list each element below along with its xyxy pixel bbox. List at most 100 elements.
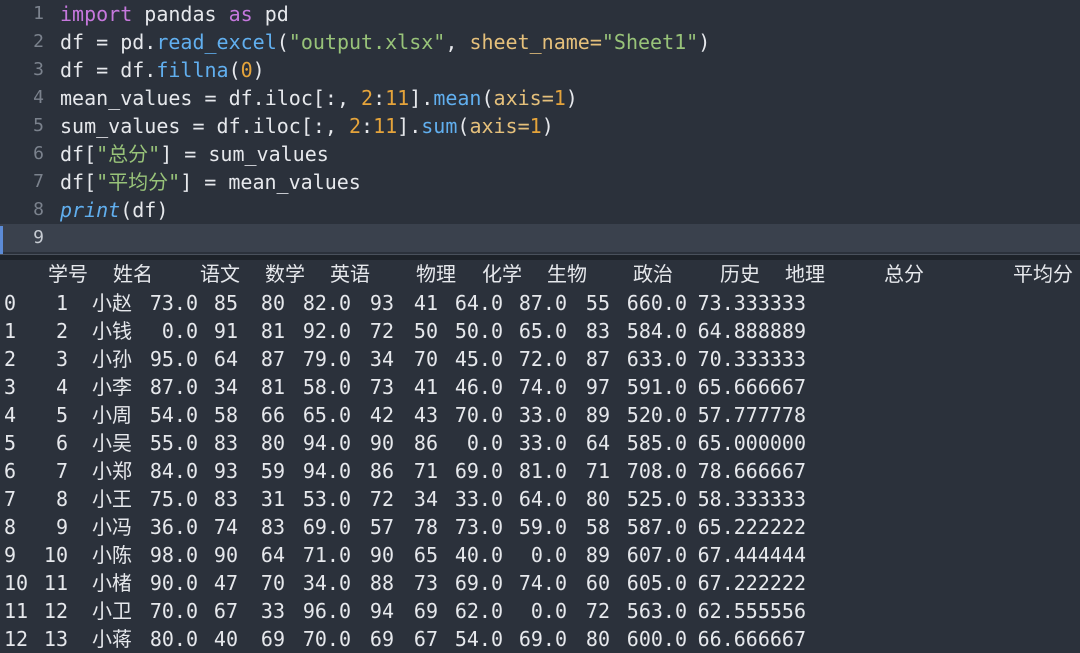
table-cell: 41 — [413, 291, 438, 315]
table-cell: 42 — [369, 403, 394, 427]
table-cell: 563.0 — [626, 599, 687, 623]
table-cell: 79.0 — [302, 347, 351, 371]
row-index: 11 — [4, 599, 29, 623]
code-token: ] = sum_values — [160, 142, 329, 166]
code-line[interactable]: 6 df["总分"] = sum_values — [0, 140, 1080, 168]
table-cell: 小李 — [92, 375, 132, 399]
code-text[interactable]: import pandas as pd — [60, 0, 289, 28]
table-cell: 72 — [369, 319, 394, 343]
code-line[interactable]: 7 df["平均分"] = mean_values — [0, 168, 1080, 196]
code-line[interactable]: 5 sum_values = df.iloc[:, 2:11].sum(axis=… — [0, 112, 1080, 140]
code-token: axis= — [493, 86, 554, 110]
table-cell: 47 — [213, 571, 238, 595]
output-row: 11 12 小卫 70.0 67 33 96.0 94 69 62.0 0.0 72 563.0 62.5… — [0, 597, 1080, 625]
table-cell: 54.0 — [454, 627, 503, 651]
table-cell: 小蒋 — [92, 627, 132, 651]
code-text[interactable]: sum_values = df.iloc[:, 2:11].sum(axis=1… — [60, 112, 554, 140]
table-cell: 34 — [213, 375, 238, 399]
code-text[interactable]: df["总分"] = sum_values — [60, 140, 329, 168]
table-cell: 89 — [585, 403, 610, 427]
table-cell: 98.0 — [149, 543, 198, 567]
table-cell: 91 — [213, 319, 238, 343]
table-cell: 66 — [260, 403, 285, 427]
table-cell: 65.666667 — [697, 375, 806, 399]
code-line[interactable]: 3 df = df.fillna(0) — [0, 56, 1080, 84]
code-text[interactable]: print(df) — [60, 196, 168, 224]
table-cell: 64.0 — [518, 487, 567, 511]
code-token: fillna — [156, 58, 229, 82]
table-cell: 75.0 — [149, 487, 198, 511]
table-cell: 0.0 — [530, 599, 567, 623]
code-token: ) — [252, 58, 265, 82]
code-token: 2 — [348, 114, 362, 138]
table-cell: 81 — [260, 319, 285, 343]
table-cell: 86 — [369, 459, 394, 483]
row-index: 0 — [4, 291, 17, 315]
code-text[interactable]: df = df.fillna(0) — [60, 56, 265, 84]
table-cell: 33 — [260, 599, 285, 623]
output-row: 12 13 小蒋 80.0 40 69 70.0 69 67 54.0 69.0 80 600.0 66.… — [0, 625, 1080, 653]
code-line[interactable]: 1 import pandas as pd — [0, 0, 1080, 28]
table-cell: 81.0 — [518, 459, 567, 483]
code-token: sum_values = df.iloc[:, — [60, 114, 349, 138]
table-cell: 74.0 — [518, 375, 567, 399]
code-line[interactable]: 9 — [0, 224, 1080, 252]
line-number: 6 — [33, 143, 44, 164]
table-cell: 74.0 — [518, 571, 567, 595]
table-cell: 67 — [213, 599, 238, 623]
table-cell: 33.0 — [518, 403, 567, 427]
table-cell: 36.0 — [149, 515, 198, 539]
code-editor[interactable]: 1 import pandas as pd 2 df = pd.read_excel(… — [0, 0, 1080, 254]
output-row: 1 2 小钱 0.0 91 81 92.0 72 50 50.0 65.0 83 584.0 64.888… — [0, 317, 1080, 345]
column-header: 生物 — [547, 262, 587, 286]
table-cell: 64.888889 — [697, 319, 806, 343]
table-cell: 34 — [369, 347, 394, 371]
line-number: 4 — [33, 87, 44, 108]
table-cell: 65.000000 — [697, 431, 806, 455]
table-cell: 65.0 — [302, 403, 351, 427]
line-number: 5 — [33, 115, 44, 136]
code-token: ( — [481, 86, 494, 110]
line-number: 2 — [33, 31, 44, 52]
table-cell: 94.0 — [302, 459, 351, 483]
table-cell: 69 — [260, 627, 285, 651]
table-cell: 31 — [260, 487, 285, 511]
table-cell: 33.0 — [518, 431, 567, 455]
table-cell: 0.0 — [161, 319, 198, 343]
table-cell: 小楮 — [92, 571, 132, 595]
table-cell: 55 — [585, 291, 610, 315]
table-cell: 82.0 — [302, 291, 351, 315]
code-token: 11 — [385, 86, 410, 110]
table-cell: 660.0 — [626, 291, 687, 315]
column-header: 学号 — [48, 262, 88, 286]
row-index: 10 — [4, 571, 29, 595]
column-header: 地理 — [785, 262, 825, 286]
code-token: "output.xlsx" — [288, 30, 446, 54]
code-token: df[ — [60, 170, 97, 194]
code-line[interactable]: 8 print(df) — [0, 196, 1080, 224]
table-cell: 13 — [43, 627, 68, 651]
code-token: pd — [252, 2, 289, 26]
code-token: (df) — [120, 198, 169, 222]
code-token: , — [445, 30, 470, 54]
code-token: sum — [421, 114, 458, 138]
table-cell: 90 — [369, 431, 394, 455]
table-cell: 54.0 — [149, 403, 198, 427]
table-cell: 520.0 — [626, 403, 687, 427]
table-cell: 525.0 — [626, 487, 687, 511]
code-line[interactable]: 4 mean_values = df.iloc[:, 2:11].mean(axi… — [0, 84, 1080, 112]
table-cell: 72 — [585, 599, 610, 623]
table-cell: 33.0 — [454, 487, 503, 511]
code-text[interactable]: df["平均分"] = mean_values — [60, 168, 361, 196]
table-cell: 71 — [585, 459, 610, 483]
table-cell: 93 — [213, 459, 238, 483]
column-header: 总分 — [884, 262, 924, 286]
code-token: ]. — [397, 114, 422, 138]
table-cell: 80.0 — [149, 627, 198, 651]
table-cell: 46.0 — [454, 375, 503, 399]
code-line[interactable]: 2 df = pd.read_excel("output.xlsx", sheet… — [0, 28, 1080, 56]
code-text[interactable]: mean_values = df.iloc[:, 2:11].mean(axis… — [60, 84, 578, 112]
table-cell: 83 — [585, 319, 610, 343]
code-text[interactable]: df = pd.read_excel("output.xlsx", sheet_… — [60, 28, 710, 56]
code-token: 11 — [373, 114, 398, 138]
